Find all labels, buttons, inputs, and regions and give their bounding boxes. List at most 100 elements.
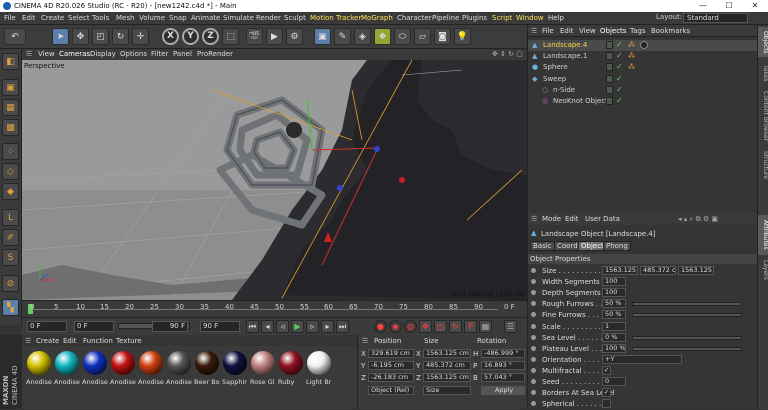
tab-basic[interactable]: Basic <box>530 241 555 251</box>
polygons-mode-icon[interactable]: ◆ <box>2 183 19 200</box>
layer-toggle-icon[interactable] <box>606 97 613 105</box>
menu-window[interactable]: Window <box>516 14 544 22</box>
enabled-check-icon[interactable]: ✓ <box>616 51 623 60</box>
object-menu-edit[interactable]: Edit <box>560 27 574 35</box>
texture-mode-icon[interactable]: ▦ <box>2 99 19 116</box>
cube-object-icon[interactable]: ▣ <box>314 28 331 45</box>
attribute-menu-edit[interactable]: Edit <box>565 215 579 223</box>
end-frame-field[interactable]: 90 F <box>152 321 188 332</box>
material-swatch[interactable]: Anodise <box>110 351 136 395</box>
material-tag-icon[interactable] <box>640 41 648 49</box>
floor-icon[interactable]: ▱ <box>414 28 431 45</box>
viewport-menu-view[interactable]: View <box>38 50 55 58</box>
z-axis-lock-icon[interactable]: Z <box>202 28 219 45</box>
enabled-check-icon[interactable]: ✓ <box>616 40 623 49</box>
x-axis-lock-icon[interactable]: X <box>162 28 179 45</box>
size-mode-select[interactable]: Size <box>423 386 471 395</box>
object-menu-icon[interactable]: ☰ <box>531 27 537 35</box>
menu-help[interactable]: Help <box>548 14 564 22</box>
layer-toggle-icon[interactable] <box>606 52 613 61</box>
value-slider[interactable] <box>632 346 742 351</box>
menu-simulate[interactable]: Simulate <box>223 14 254 22</box>
animate-dot-icon[interactable] <box>531 401 536 407</box>
layer-toggle-icon[interactable] <box>606 85 613 94</box>
viewport-menu-filter[interactable]: Filter <box>151 50 168 58</box>
y-axis-lock-icon[interactable]: Y <box>182 28 199 45</box>
attribute-value-field[interactable]: 100 <box>602 288 626 298</box>
enabled-check-icon[interactable]: ✓ <box>616 74 623 83</box>
pen-spline-icon[interactable]: ✎ <box>334 28 351 45</box>
menu-character[interactable]: Character <box>397 14 432 22</box>
object-name[interactable]: n-Side <box>553 86 575 94</box>
animate-dot-icon[interactable] <box>531 301 536 307</box>
object-row[interactable]: ○ n-Side ✓ <box>528 85 758 96</box>
object-row[interactable]: ◎ NeoKnot Object ✓ <box>528 96 758 107</box>
menu-sculpt[interactable]: Sculpt <box>284 14 306 22</box>
axis-mode-icon[interactable]: L <box>2 209 19 226</box>
animate-dot-icon[interactable] <box>531 356 536 362</box>
attribute-value-field[interactable]: 1563.125 <box>678 266 714 275</box>
material-swatch[interactable]: Ruby <box>278 351 304 395</box>
size-z-field[interactable]: 1563.125 cm <box>423 373 471 382</box>
side-tab-objects[interactable]: Objects <box>758 27 768 57</box>
rotation-b-field[interactable]: 57.043 ° <box>481 373 525 382</box>
menu-script[interactable]: Script <box>492 14 512 22</box>
play-icon[interactable]: ▶ <box>291 320 304 333</box>
workplane-icon[interactable]: ▩ <box>2 119 19 136</box>
attribute-value-field[interactable]: 50 % <box>602 310 626 320</box>
material-swatch[interactable]: Anodise <box>26 351 52 395</box>
pla-key-icon[interactable]: ▦ <box>479 320 492 333</box>
material-swatch[interactable]: Anodise <box>54 351 80 395</box>
material-swatch[interactable]: Beer Bo <box>194 351 220 395</box>
render-settings-icon[interactable]: ⚙ <box>286 28 303 45</box>
material-swatch[interactable]: Anodise <box>166 351 192 395</box>
viewport-menu-prorender[interactable]: ProRender <box>197 50 233 58</box>
select-arrow-icon[interactable]: ➤ <box>52 28 69 45</box>
material-swatch[interactable]: Light Br <box>306 351 332 395</box>
attribute-value-field[interactable]: 1563.125 c <box>602 266 638 275</box>
menu-volume[interactable]: Volume <box>139 14 165 22</box>
object-menu-objects[interactable]: Objects <box>600 27 626 35</box>
material-swatch[interactable]: Sapphir <box>222 351 248 395</box>
value-slider[interactable] <box>632 313 742 318</box>
enabled-check-icon[interactable]: ✓ <box>616 96 623 105</box>
tag-icon[interactable]: ⁂ <box>628 52 635 60</box>
animate-dot-icon[interactable] <box>531 268 536 273</box>
material-swatch[interactable]: Anodise <box>82 351 108 395</box>
next-frame-icon[interactable]: ▹ <box>306 320 319 333</box>
prev-frame-icon[interactable]: ◃ <box>276 320 289 333</box>
coord-menu-icon[interactable]: ☰ <box>362 337 368 345</box>
attribute-value-field[interactable]: 1 <box>602 321 626 331</box>
close-button[interactable]: ✕ <box>742 0 768 12</box>
camera-icon[interactable]: ◙ <box>434 28 451 45</box>
tab-phong[interactable]: Phong <box>603 241 631 251</box>
timeline-menu-icon[interactable]: ☰ <box>504 320 517 333</box>
model-mode-icon[interactable]: ▣ <box>2 79 19 96</box>
menu-motion-tracker[interactable]: Motion Tracker <box>310 14 361 22</box>
side-tab-takes[interactable]: Takes <box>758 61 768 85</box>
object-menu-view[interactable]: View <box>579 27 596 35</box>
viewport-menu-cameras[interactable]: Cameras <box>59 50 90 58</box>
menu-edit[interactable]: Edit <box>22 14 36 22</box>
position-x-field[interactable]: 329.619 cm <box>368 349 414 358</box>
scale-tool-icon[interactable]: ◰ <box>92 28 109 45</box>
object-menu-tags[interactable]: Tags <box>630 27 646 35</box>
menu-create[interactable]: Create <box>41 14 64 22</box>
rotate-tool-icon[interactable]: ↻ <box>112 28 129 45</box>
animate-dot-icon[interactable] <box>531 345 536 351</box>
light-icon[interactable]: 💡 <box>454 28 471 45</box>
object-name[interactable]: Landscape.4 <box>543 41 587 49</box>
menu-render[interactable]: Render <box>256 14 281 22</box>
layer-toggle-icon[interactable] <box>606 63 613 72</box>
value-slider[interactable] <box>632 302 742 307</box>
size-x-field[interactable]: 1563.125 cm <box>423 349 471 358</box>
next-key-icon[interactable]: ▸ <box>321 320 334 333</box>
animate-dot-icon[interactable] <box>531 390 536 396</box>
attribute-value-field[interactable]: ✓ <box>602 365 611 375</box>
value-slider[interactable] <box>632 335 742 340</box>
rotation-p-field[interactable]: 16.893 ° <box>481 361 525 370</box>
solo-icon[interactable]: ⊘ <box>2 275 19 292</box>
parameter-key-icon[interactable]: P <box>464 320 477 333</box>
attribute-value-field[interactable]: ✓ <box>602 388 611 398</box>
menu-mograph[interactable]: MoGraph <box>361 14 393 22</box>
